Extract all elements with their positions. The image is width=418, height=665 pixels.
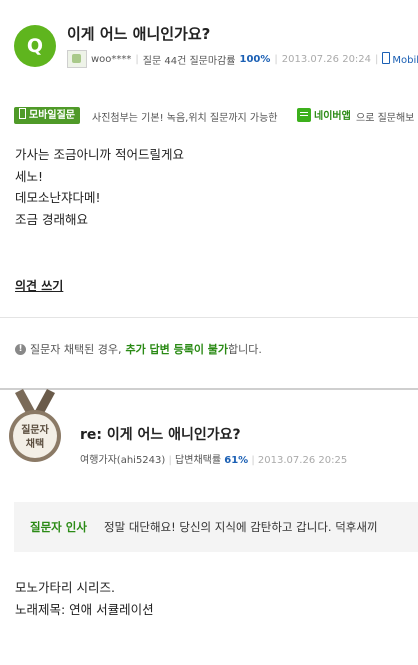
body-line: 가사는 조금아니까 적어드릴게요 bbox=[15, 147, 184, 162]
medal-label-top: 질문자 bbox=[21, 423, 49, 436]
question-badge-icon: Q bbox=[14, 25, 56, 67]
close-rate: 100% bbox=[239, 53, 271, 65]
question-meta: woo**** | 질문 44건 질문마감률 100% | 2013.07.26… bbox=[67, 50, 418, 68]
question-date: 2013.07.26 20:24 bbox=[281, 53, 372, 65]
answer-title: re: 이게 어느 애니인가요? bbox=[80, 427, 241, 443]
answer-date: 2013.07.26 20:25 bbox=[257, 455, 348, 466]
greeting-label: 질문자 인사 bbox=[30, 520, 87, 534]
meta-divider: | bbox=[375, 53, 379, 65]
mobile-icon bbox=[19, 108, 26, 119]
write-opinion-link[interactable]: 의견 쓰기 bbox=[15, 277, 63, 294]
naver-app-label: 네이버앱 bbox=[314, 111, 351, 122]
info-icon: ! bbox=[15, 343, 26, 355]
phone-icon bbox=[382, 52, 391, 64]
mobile-question-badge[interactable]: 모바일질문 bbox=[14, 107, 80, 124]
question-stats: 질문 44건 질문마감률 bbox=[142, 55, 236, 67]
notice-highlight: 추가 답변 등록이 불가 bbox=[125, 343, 229, 356]
answer-line: 노래제목: 연애 서큘레이션 bbox=[15, 602, 154, 617]
medal-label-bottom: 채택 bbox=[26, 437, 44, 450]
answer-meta: 여행가자(ahi5243) | 답변채택률 61% | 2013.07.26 2… bbox=[80, 451, 347, 466]
answer-author-link[interactable]: 여행가자(ahi5243) bbox=[80, 455, 165, 466]
source-label: Mobile bbox=[392, 55, 418, 66]
meta-divider: | bbox=[251, 455, 255, 466]
author-link[interactable]: woo**** bbox=[91, 54, 131, 65]
answer-line: 모노가타리 시리즈. bbox=[15, 580, 115, 595]
answer-stats: 답변채택률 bbox=[175, 455, 222, 466]
body-line: 조금 경래해요 bbox=[15, 212, 88, 227]
notice-suffix: 합니다. bbox=[228, 343, 262, 356]
naver-app-link[interactable]: 네이버앱 bbox=[297, 107, 351, 122]
greeting-text: 정말 대단해요! 당신의 지식에 감탄하고 갑니다. 덕후새끼 bbox=[104, 520, 378, 534]
question-title: 이게 어느 애니인가요? bbox=[67, 25, 211, 43]
banner-text-suffix: 으로 질문해보 bbox=[356, 113, 415, 124]
avatar-icon bbox=[67, 50, 87, 68]
banner-text: 사진첨부는 기본! 녹음,위치 질문까지 가능한 bbox=[92, 113, 278, 124]
adoption-notice: ! 질문자 채택된 경우, 추가 답변 등록이 불가 합니다. bbox=[15, 341, 262, 357]
meta-divider: | bbox=[274, 53, 278, 65]
naver-app-icon bbox=[297, 107, 311, 122]
divider bbox=[0, 317, 418, 318]
meta-divider: | bbox=[135, 53, 139, 65]
mobile-badge-label: 모바일질문 bbox=[29, 110, 75, 121]
select-rate: 61% bbox=[224, 455, 249, 466]
adopted-medal-icon: 질문자 채택 bbox=[9, 389, 61, 462]
body-line: 세노! bbox=[15, 169, 44, 184]
notice-prefix: 질문자 채택된 경우, bbox=[30, 343, 122, 356]
body-line: 데모소난쟈다메! bbox=[15, 190, 101, 205]
meta-divider: | bbox=[168, 455, 172, 466]
mobile-source: Mobile bbox=[382, 52, 418, 66]
